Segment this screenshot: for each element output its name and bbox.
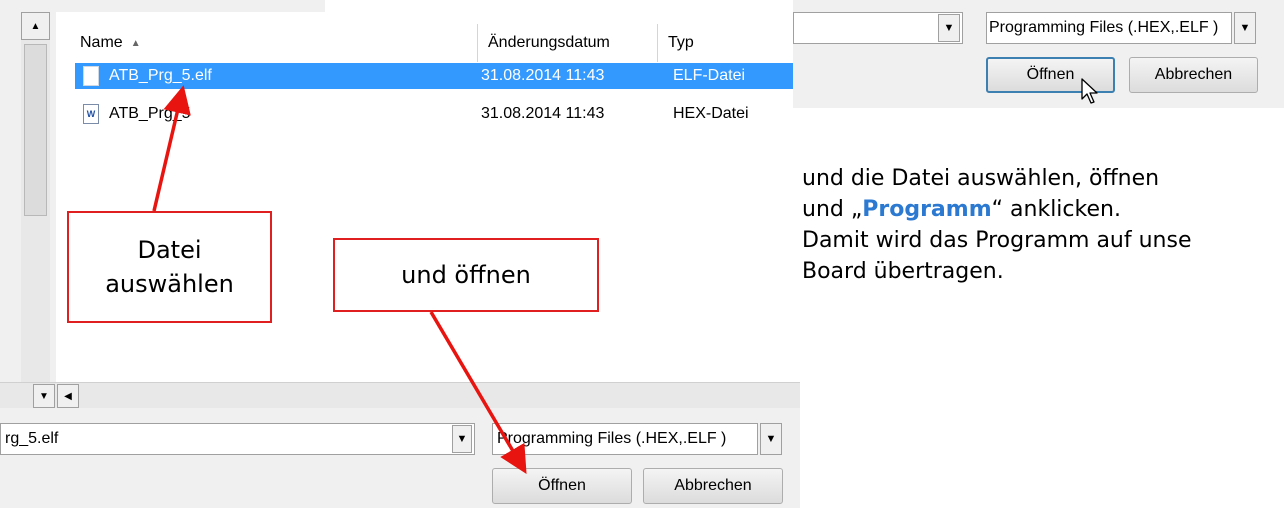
filter-dropdown-button-snippet[interactable]: ▼ bbox=[1234, 12, 1256, 44]
instruction-keyword: Programm bbox=[862, 197, 992, 222]
dialog-snippet-top-right: ▼ Programming Files (.HEX,.ELF ) ▼ Öffne… bbox=[793, 0, 1284, 108]
cancel-button-label: Abbrechen bbox=[1154, 66, 1233, 83]
filter-value: Programming Files (.HEX,.ELF ) bbox=[989, 19, 1219, 36]
instruction-line-3: Damit wird das Programm auf unse bbox=[802, 228, 1192, 253]
open-button-label: Öffnen bbox=[1026, 66, 1075, 83]
instruction-line-2: und „Programm“ anklicken. bbox=[802, 194, 1282, 225]
instruction-text: und die Datei auswählen, öffnen und „Pro… bbox=[802, 163, 1282, 287]
instruction-line-2-pre: und „ bbox=[802, 197, 863, 222]
instruction-line-4: Board übertragen. bbox=[802, 259, 1004, 284]
chevron-down-icon: ▼ bbox=[943, 22, 955, 34]
arrow-to-file bbox=[152, 85, 191, 212]
mouse-cursor-icon bbox=[1081, 78, 1098, 104]
instruction-line-1: und die Datei auswählen, öffnen bbox=[802, 166, 1160, 191]
chevron-down-icon: ▼ bbox=[1239, 22, 1251, 34]
file-type-filter-snippet[interactable]: Programming Files (.HEX,.ELF ) bbox=[986, 12, 1232, 44]
annotation-arrows bbox=[152, 85, 527, 475]
filename-dropdown-button-snippet[interactable]: ▼ bbox=[938, 14, 960, 42]
arrow-to-open-button bbox=[429, 311, 527, 475]
instruction-line-2-post: “ anklicken. bbox=[991, 197, 1121, 222]
cancel-button-snippet[interactable]: Abbrechen bbox=[1129, 57, 1258, 93]
